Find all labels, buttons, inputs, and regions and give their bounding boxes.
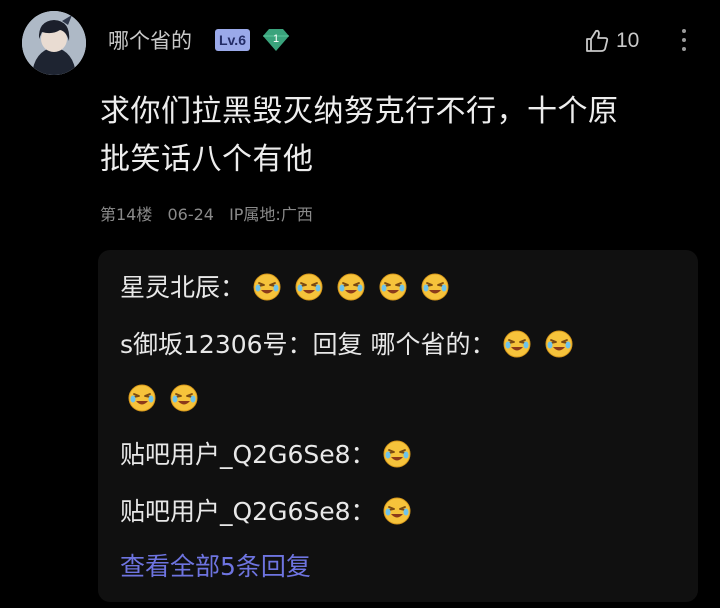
laughing-tears-emoji xyxy=(170,384,198,412)
reply-emojis xyxy=(496,330,574,359)
reply-author[interactable]: s御坂12306号：回复 哪个省的： xyxy=(120,330,496,359)
reply-item[interactable]: 星灵北辰： xyxy=(120,271,449,305)
reply-emojis xyxy=(245,273,449,302)
reply-author[interactable]: 贴吧用户_Q2G6Se8： xyxy=(120,440,376,469)
laughing-tears-emoji xyxy=(379,273,407,301)
more-vertical-icon[interactable] xyxy=(674,24,694,56)
laughing-tears-emoji xyxy=(253,273,281,301)
laughing-tears-emoji xyxy=(545,330,574,358)
laughing-tears-emoji xyxy=(337,273,365,301)
comment-post: 哪个省的 Lv.6 1 10 求你们拉黑毁灭纳努克行不行，十个原 批笑话八个有他… xyxy=(0,0,720,608)
comment-meta: 第14楼 06-24 IP属地:广西 xyxy=(100,203,323,227)
content-line: 批笑话八个有他 xyxy=(100,142,314,177)
reply-item[interactable]: 贴吧用户_Q2G6Se8： xyxy=(120,438,412,472)
reply-list: 星灵北辰： s御坂12306号：回复 哪个省的： 贴吧用户_Q2G6Se8： 贴… xyxy=(98,250,698,602)
reply-emojis xyxy=(376,497,412,526)
level-badge: Lv.6 xyxy=(215,29,250,51)
reply-item[interactable]: 贴吧用户_Q2G6Se8： xyxy=(120,495,412,529)
content-line: 求你们拉黑毁灭纳努克行不行，十个原 xyxy=(100,94,619,129)
laughing-tears-emoji xyxy=(503,330,532,358)
view-all-replies-link[interactable]: 查看全部5条回复 xyxy=(120,550,311,584)
username[interactable]: 哪个省的 xyxy=(108,27,192,55)
laughing-tears-emoji xyxy=(421,273,449,301)
avatar-image xyxy=(22,11,86,75)
green-gem-icon: 1 xyxy=(262,27,290,53)
laughing-tears-emoji xyxy=(128,384,156,412)
post-date: 06-24 xyxy=(167,205,214,224)
thumbs-up-icon xyxy=(586,29,609,52)
laughing-tears-emoji xyxy=(295,273,323,301)
reply-item[interactable]: s御坂12306号：回复 哪个省的： xyxy=(120,328,574,362)
avatar[interactable] xyxy=(22,11,86,75)
laughing-tears-emoji xyxy=(383,440,412,468)
reply-continuation xyxy=(128,382,198,416)
reply-author[interactable]: 星灵北辰： xyxy=(120,273,245,302)
ip-location: IP属地:广西 xyxy=(229,205,313,224)
like-button[interactable]: 10 xyxy=(584,25,639,57)
reply-author[interactable]: 贴吧用户_Q2G6Se8： xyxy=(120,497,376,526)
floor-number: 第14楼 xyxy=(100,205,153,224)
reply-emojis xyxy=(376,440,412,469)
gem-level: 1 xyxy=(272,33,280,45)
laughing-tears-emoji xyxy=(383,497,412,525)
comment-content: 求你们拉黑毁灭纳努克行不行，十个原 批笑话八个有他 xyxy=(100,88,700,184)
like-count: 10 xyxy=(616,29,640,52)
